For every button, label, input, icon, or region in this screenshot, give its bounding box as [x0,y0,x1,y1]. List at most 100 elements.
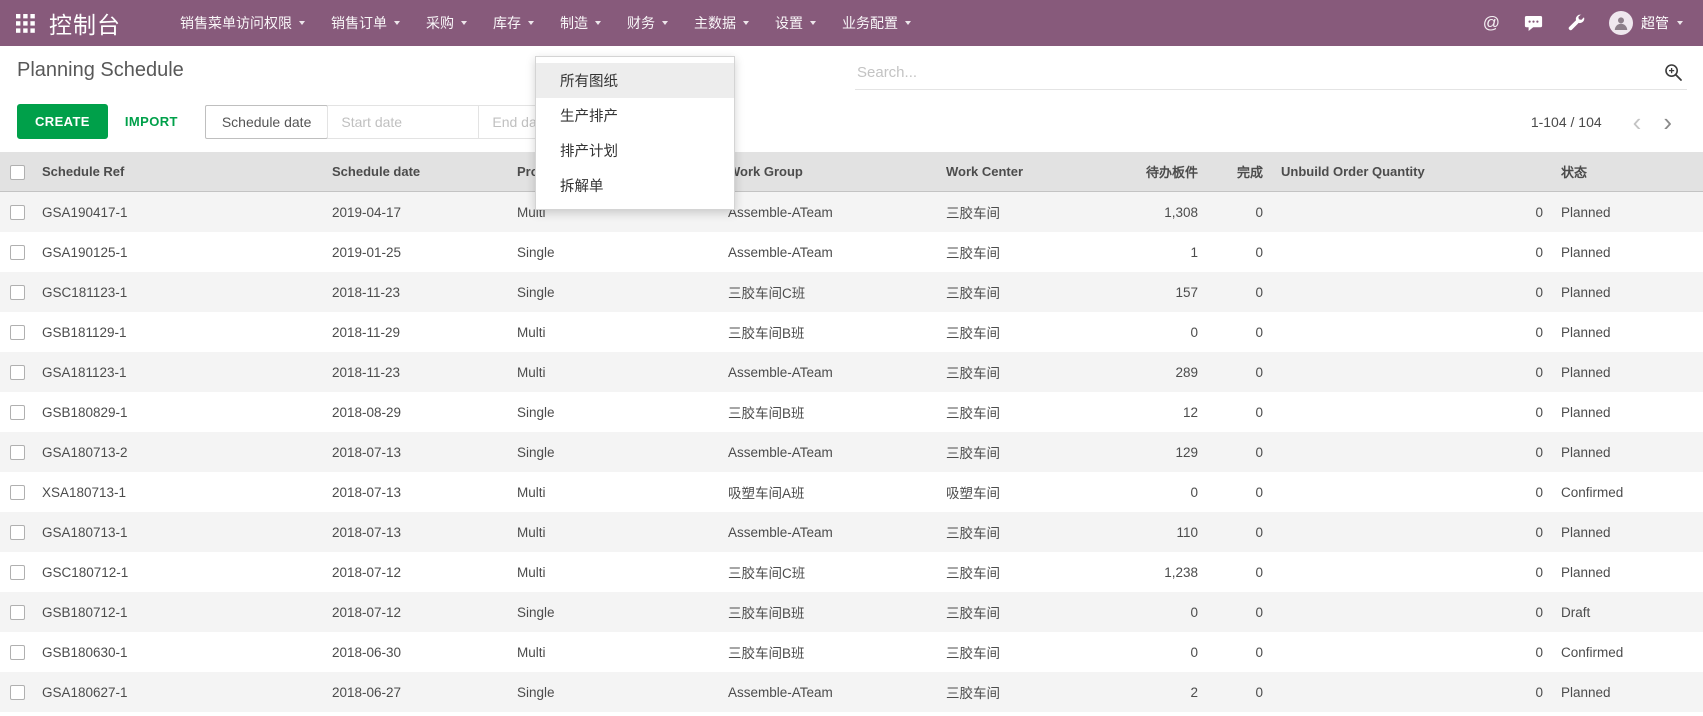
import-button[interactable]: IMPORT [125,114,178,129]
table-row[interactable]: GSA181123-12018-11-23MultiAssemble-ATeam… [0,352,1703,392]
table-row[interactable]: GSA180627-12018-06-27SingleAssemble-ATea… [0,672,1703,712]
cell-status: Planned [1555,392,1703,432]
nav-menu-9[interactable]: 业务配置 [829,0,924,46]
row-checkbox[interactable] [10,405,25,420]
cell-status: Planned [1555,272,1703,312]
row-select-cell [0,552,36,592]
table-row[interactable]: XSA180713-12018-07-13Multi吸塑车间A班吸塑车间000C… [0,472,1703,512]
cell-unbuild_qty: 0 [1275,312,1555,352]
schedule-date-button[interactable]: Schedule date [205,105,329,139]
cell-work_group: Assemble-ATeam [722,232,940,272]
cell-pending_panels: 0 [1090,312,1210,352]
table-row[interactable]: GSB180712-12018-07-12Single三胶车间B班三胶车间000… [0,592,1703,632]
start-date-input[interactable] [327,105,479,139]
dropdown-item-1[interactable]: 所有图纸 [536,63,734,98]
table-row[interactable]: GSA180713-12018-07-13MultiAssemble-ATeam… [0,512,1703,552]
pager-previous-button[interactable]: ‹ [1622,113,1653,131]
table-row[interactable]: GSB180630-12018-06-30Multi三胶车间B班三胶车间000C… [0,632,1703,672]
search-input[interactable] [857,64,1664,81]
table-row[interactable]: GSA190125-12019-01-25SingleAssemble-ATea… [0,232,1703,272]
row-checkbox[interactable] [10,365,25,380]
row-checkbox[interactable] [10,685,25,700]
pager-next-button[interactable]: › [1652,113,1683,131]
table-row[interactable]: GSC180712-12018-07-12Multi三胶车间C班三胶车间1,23… [0,552,1703,592]
cell-status: Planned [1555,312,1703,352]
dropdown-item-2[interactable]: 生产排产 [536,98,734,133]
nav-menu-label: 业务配置 [842,13,898,33]
chevron-down-icon [299,21,305,25]
row-checkbox[interactable] [10,525,25,540]
cell-schedule_date: 2018-06-01 [326,712,511,716]
nav-menu-7[interactable]: 主数据 [681,0,762,46]
chevron-down-icon [528,21,534,25]
user-menu[interactable]: 超管 [1609,11,1683,35]
mentions-icon[interactable]: @ [1483,13,1500,33]
row-checkbox[interactable] [10,285,25,300]
row-checkbox[interactable] [10,205,25,220]
search-icon[interactable] [1664,63,1683,82]
cell-pending_panels: 110 [1090,512,1210,552]
row-checkbox[interactable] [10,565,25,580]
column-header-work_group[interactable]: Work Group [722,152,940,192]
column-header-unbuild_qty[interactable]: Unbuild Order Quantity [1275,152,1555,192]
cell-done: 0 [1210,272,1275,312]
nav-menu-8[interactable]: 设置 [762,0,829,46]
table-row[interactable]: GSA190417-12019-04-17MultiAssemble-ATeam… [0,192,1703,233]
column-header-pending_panels[interactable]: 待办板件 [1090,152,1210,192]
table-row[interactable]: GSA180713-22018-07-13SingleAssemble-ATea… [0,432,1703,472]
column-header-work_center[interactable]: Work Center [940,152,1090,192]
cell-pending_panels: 0 [1090,472,1210,512]
nav-menu-label: 设置 [775,13,803,33]
cell-status: Planned [1555,352,1703,392]
table-row[interactable]: GSB180601-12018-06-01Single三胶车间B班三胶车间000… [0,712,1703,716]
column-header-schedule_ref[interactable]: Schedule Ref [36,152,326,192]
select-all-header[interactable] [0,152,36,192]
cell-work_center: 三胶车间 [940,432,1090,472]
row-select-cell [0,272,36,312]
tools-icon[interactable] [1567,14,1585,32]
apps-grid-icon[interactable] [16,14,35,33]
cell-work_center: 三胶车间 [940,192,1090,233]
column-header-schedule_date[interactable]: Schedule date [326,152,511,192]
row-checkbox[interactable] [10,645,25,660]
chat-icon[interactable] [1524,15,1543,32]
nav-menu-6[interactable]: 财务 [614,0,681,46]
select-all-checkbox[interactable] [10,165,25,180]
dropdown-item-3[interactable]: 排产计划 [536,133,734,168]
cell-status: Planned [1555,232,1703,272]
table-row[interactable]: GSC181123-12018-11-23Single三胶车间C班三胶车间157… [0,272,1703,312]
cell-work_group: Assemble-ATeam [722,192,940,233]
cell-work_center: 三胶车间 [940,232,1090,272]
cell-work_center: 三胶车间 [940,312,1090,352]
table-row[interactable]: GSB181129-12018-11-29Multi三胶车间B班三胶车间000P… [0,312,1703,352]
cell-unbuild_qty: 0 [1275,672,1555,712]
cell-done: 0 [1210,672,1275,712]
cell-done: 0 [1210,512,1275,552]
cell-status: Confirmed [1555,632,1703,672]
dropdown-item-4[interactable]: 拆解单 [536,168,734,203]
cell-production_mode: Single [511,272,722,312]
column-header-done[interactable]: 完成 [1210,152,1275,192]
cell-pending_panels: 157 [1090,272,1210,312]
row-checkbox[interactable] [10,485,25,500]
row-checkbox[interactable] [10,445,25,460]
cell-done: 0 [1210,232,1275,272]
column-header-status[interactable]: 状态 [1555,152,1703,192]
table-row[interactable]: GSB180829-12018-08-29Single三胶车间B班三胶车间120… [0,392,1703,432]
cell-status: Planned [1555,432,1703,472]
nav-menu-1[interactable]: 销售菜单访问权限 [167,0,318,46]
table-header-row: Schedule RefSchedule dateProduction Mode… [0,152,1703,192]
app-title[interactable]: 控制台 [49,6,121,40]
row-checkbox[interactable] [10,245,25,260]
chevron-down-icon [461,21,467,25]
cell-work_center: 三胶车间 [940,392,1090,432]
nav-menu-4[interactable]: 库存 [480,0,547,46]
nav-menu-2[interactable]: 销售订单 [318,0,413,46]
row-checkbox[interactable] [10,605,25,620]
cell-unbuild_qty: 0 [1275,232,1555,272]
cell-work_group: 吸塑车间A班 [722,472,940,512]
create-button[interactable]: CREATE [17,104,108,139]
nav-menu-5[interactable]: 制造 [547,0,614,46]
row-checkbox[interactable] [10,325,25,340]
nav-menu-3[interactable]: 采购 [413,0,480,46]
